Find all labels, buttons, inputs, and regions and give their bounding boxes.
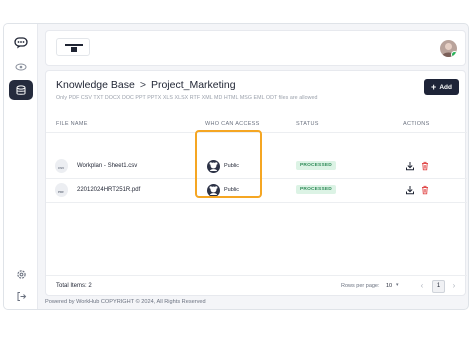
allowed-file-types: Only PDF CSV TXT DOCX DOC PPT PPTX XLS X… (56, 95, 318, 101)
user-group-icon (207, 160, 220, 173)
database-icon[interactable] (9, 80, 33, 100)
access-level: Public (224, 163, 239, 169)
rows-per-page-select[interactable]: 10 (386, 283, 392, 289)
status-badge: PROCESSED (296, 185, 336, 194)
file-type: PDF (58, 190, 64, 194)
download-icon[interactable] (405, 185, 415, 195)
logout-icon[interactable] (9, 286, 33, 306)
app-window: Knowledge Base > Project_Marketing Only PD… (3, 23, 469, 310)
knowledge-base-panel: Knowledge Base > Project_Marketing Only PD… (45, 70, 467, 296)
access-level: Public (224, 187, 239, 193)
eye-icon[interactable] (9, 57, 33, 77)
download-icon[interactable] (405, 161, 415, 171)
breadcrumb: Knowledge Base > Project_Marketing (56, 79, 236, 91)
chat-bubble-icon[interactable] (9, 33, 33, 53)
settings-icon[interactable] (9, 264, 33, 284)
chevron-left-icon[interactable]: ‹ (416, 280, 428, 292)
add-button-label: Add (439, 83, 452, 91)
total-items: Total Items: 2 (56, 283, 92, 289)
file-icon: CSV (55, 159, 68, 173)
col-file-name: FILE NAME (56, 121, 88, 127)
breadcrumb-root[interactable]: Knowledge Base (56, 79, 135, 91)
table-row[interactable]: CSV Workplan - Sheet1.csv Public PROCESS… (46, 155, 467, 179)
user-group-icon (207, 184, 220, 197)
status-badge: PROCESSED (296, 161, 336, 170)
top-bar (45, 30, 466, 66)
add-button[interactable]: + Add (424, 79, 459, 95)
copyright-footer: Powered by WorkHub COPYRIGHT © 2024, All… (45, 299, 206, 305)
table-row[interactable]: PDF 22012024HRT251R.pdf Public PROCESSED (46, 179, 467, 203)
pagination-bar: Total Items: 2 Rows per page: 10 ▾ ‹ 1 › (46, 275, 467, 295)
app-logo[interactable] (56, 38, 90, 56)
online-indicator (451, 51, 457, 57)
plus-icon: + (431, 81, 437, 92)
trash-icon[interactable] (420, 185, 430, 195)
chevron-down-icon[interactable]: ▾ (396, 282, 399, 288)
col-actions: ACTIONS (403, 121, 430, 127)
file-name[interactable]: 22012024HRT251R.pdf (77, 187, 140, 193)
rows-per-page-label: Rows per page: (341, 283, 380, 289)
file-name[interactable]: Workplan - Sheet1.csv (77, 163, 137, 169)
sidebar-rail (4, 24, 38, 309)
table-header: FILE NAME WHO CAN ACCESS STATUS ACTIONS (46, 115, 467, 133)
page-button[interactable]: 1 (432, 280, 445, 293)
avatar[interactable] (440, 40, 457, 57)
col-who-can-access: WHO CAN ACCESS (205, 121, 260, 127)
chevron-right-icon[interactable]: › (448, 280, 460, 292)
breadcrumb-current: Project_Marketing (150, 79, 236, 91)
file-icon: PDF (55, 183, 68, 197)
col-status: STATUS (296, 121, 319, 127)
file-type: CSV (58, 166, 65, 170)
trash-icon[interactable] (420, 161, 430, 171)
breadcrumb-separator: > (139, 79, 146, 91)
